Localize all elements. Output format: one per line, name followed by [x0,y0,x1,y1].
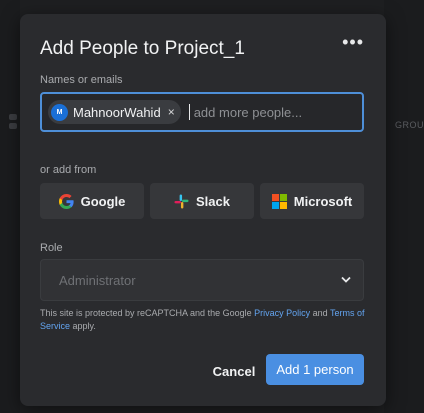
privacy-policy-link[interactable]: Privacy Policy [254,308,310,318]
slack-icon [174,193,189,209]
backdrop-left [0,0,20,413]
chip-name: MahnoorWahid [73,104,161,120]
people-input-field[interactable]: M MahnoorWahid × [40,92,364,132]
recaptcha-prefix: This site is protected by reCAPTCHA and … [40,308,255,318]
add-people-dialog: Add People to Project_1 ••• Names or ema… [20,14,386,406]
google-icon [58,193,74,209]
cancel-button[interactable]: Cancel [196,356,272,386]
recaptcha-suffix: apply. [70,321,96,331]
google-button[interactable]: Google [40,183,144,219]
recaptcha-notice: This site is protected by reCAPTCHA and … [40,307,366,333]
names-label: Names or emails [40,74,123,86]
dialog-title: Add People to Project_1 [40,38,245,59]
provider-buttons: Google Slack Microsoft [40,183,364,219]
background-drag-icon [9,114,19,134]
role-value: Administrator [59,272,136,288]
microsoft-button[interactable]: Microsoft [260,183,364,219]
text-caret [188,104,190,120]
slack-label: Slack [196,193,230,209]
backdrop-right [384,0,424,413]
add-from-label: or add from [40,164,97,176]
microsoft-icon [271,193,287,209]
chevron-down-icon [341,275,351,286]
person-chip: M MahnoorWahid × [48,100,181,124]
avatar: M [51,103,68,121]
google-label: Google [80,193,126,209]
more-options-button[interactable]: ••• [342,32,364,53]
role-label: Role [40,242,63,254]
microsoft-label: Microsoft [293,193,353,209]
role-select[interactable]: Administrator [40,259,364,301]
recaptcha-middle: and [310,308,330,318]
background-column-label: GROU [395,120,424,130]
add-person-button[interactable]: Add 1 person [266,354,364,385]
slack-button[interactable]: Slack [150,183,254,219]
chip-remove-icon[interactable]: × [168,105,175,119]
add-people-input[interactable] [191,103,362,121]
